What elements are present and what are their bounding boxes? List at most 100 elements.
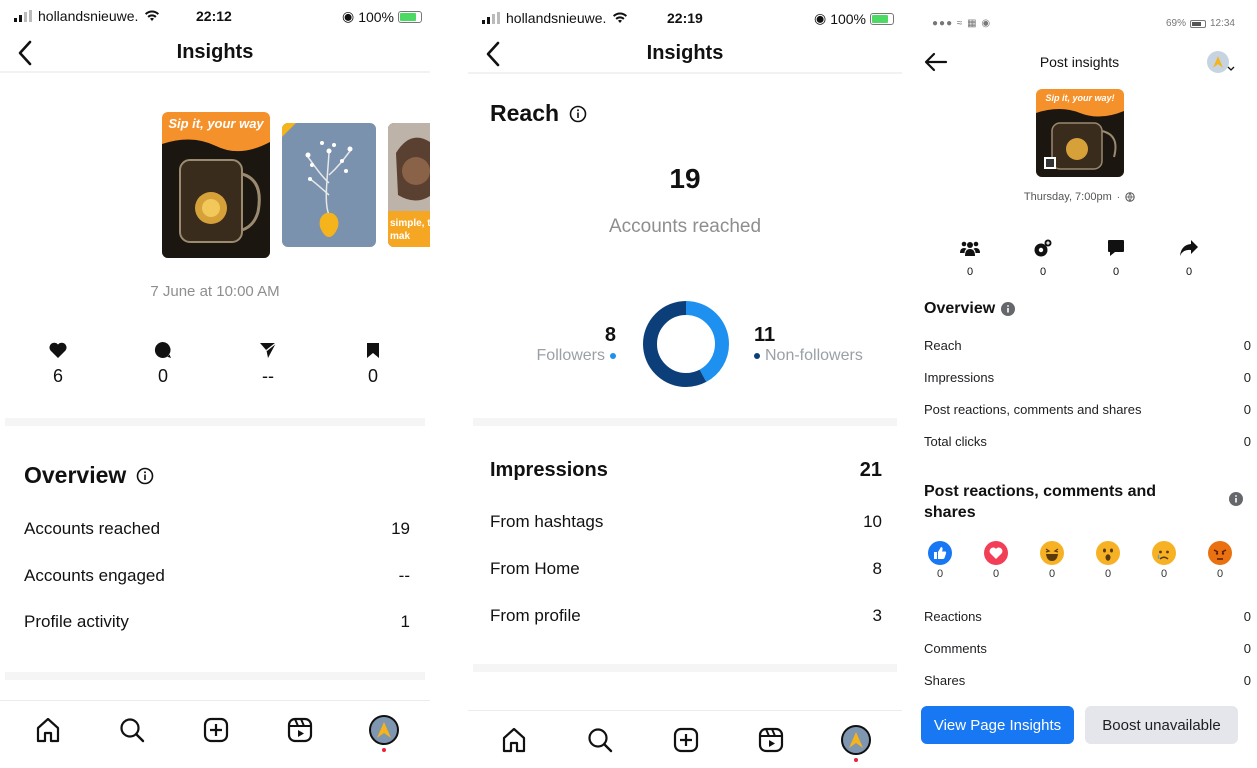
overview-row[interactable]: Post reactions, comments and shares 0 (924, 402, 1251, 417)
haha-icon (1040, 541, 1064, 565)
wow-icon (1096, 541, 1120, 565)
engagement-icon (1034, 239, 1052, 257)
tab-create[interactable] (201, 715, 231, 745)
row-label: Impressions (924, 370, 995, 385)
info-icon[interactable] (569, 105, 587, 123)
post-thumbnail-2[interactable] (282, 123, 376, 247)
post-thumbnail-main[interactable]: Sip it, your way (162, 112, 270, 258)
tab-home[interactable] (499, 725, 529, 755)
chevron-down-icon[interactable] (1227, 66, 1235, 72)
overview-row[interactable]: Accounts reached 19 (24, 519, 410, 539)
reels-icon (758, 727, 784, 753)
bookmark-icon (367, 342, 379, 358)
battery-icon (870, 12, 894, 25)
row-label: From hashtags (490, 512, 604, 531)
section-divider (5, 418, 425, 426)
tab-search[interactable] (117, 715, 147, 745)
reactions-row[interactable]: Comments 0 (924, 641, 1251, 656)
page-title: Insights (646, 41, 724, 64)
post-carousel[interactable]: Sip it, your way simple, t mak (162, 112, 430, 258)
impressions-source-row[interactable]: From Home 8 (490, 559, 882, 579)
signal-icon (482, 12, 500, 24)
flower-vase-image (282, 123, 353, 237)
back-arrow-icon[interactable] (14, 39, 38, 67)
teapot-image (162, 139, 270, 258)
reaction-count: 0 (936, 568, 944, 580)
followers-count: 8 (604, 324, 616, 346)
overview-row[interactable]: Impressions 0 (924, 370, 1251, 385)
shares-count: 0 (1185, 266, 1193, 278)
create-post-icon (673, 727, 699, 753)
comments-count: 0 (157, 366, 168, 386)
row-value: 0 (1243, 609, 1251, 624)
impressions-source-row[interactable]: From profile 3 (490, 606, 882, 626)
overview-row[interactable]: Total clicks 0 (924, 434, 1251, 449)
home-icon (36, 717, 60, 743)
reaction-haha: 0 (1039, 541, 1065, 580)
comment-icon (154, 341, 171, 358)
instagram-reach-screen: hollandsnieuwe. 22:19 ◉ 100% Insights Re… (468, 0, 902, 768)
thumbnail-caption: Sip it, your way! (1045, 93, 1115, 103)
info-icon[interactable] (136, 467, 154, 485)
tab-profile[interactable] (841, 725, 871, 755)
info-icon[interactable] (1001, 302, 1016, 316)
reaction-count: 0 (1216, 568, 1224, 580)
overview-row[interactable]: Profile activity 1 (24, 612, 410, 632)
battery-percent: 100% (358, 8, 394, 25)
avatar (369, 715, 399, 745)
engagement-count: 0 (1039, 266, 1047, 278)
followers-legend: 8 Followers (537, 324, 616, 365)
tab-home[interactable] (33, 715, 63, 745)
status-right: 69% 12:34 (1166, 18, 1235, 29)
followers-label: Followers (536, 347, 605, 364)
shares-stat: 0 (1159, 238, 1219, 278)
row-label: Shares (924, 673, 966, 688)
tab-create[interactable] (671, 725, 701, 755)
notification-dot (382, 748, 386, 752)
overview-row[interactable]: Accounts engaged -- (24, 566, 410, 586)
tab-search[interactable] (585, 725, 615, 755)
row-value: 10 (863, 512, 882, 531)
accounts-reached-value: 19 (669, 163, 701, 194)
globe-icon (1125, 192, 1135, 202)
tab-profile[interactable] (369, 715, 399, 745)
thumbnail-3-caption: simple, t it mak (390, 218, 430, 242)
impressions-source-row[interactable]: From hashtags 10 (490, 512, 882, 532)
post-thumbnail-3[interactable]: simple, t it mak (388, 123, 430, 247)
tab-reels[interactable] (285, 715, 315, 745)
non-followers-legend: 11 Non-followers (754, 324, 863, 365)
row-label: From profile (490, 606, 581, 625)
share-icon (260, 342, 277, 358)
clock: 22:19 (667, 10, 703, 26)
signal-icon (14, 10, 32, 22)
shares-count: -- (262, 366, 274, 386)
back-arrow-icon[interactable] (482, 40, 506, 68)
search-icon (588, 728, 613, 753)
boost-unavailable-button[interactable]: Boost unavailable (1085, 706, 1238, 744)
impressions-row[interactable]: Impressions 21 (490, 459, 882, 482)
view-page-insights-button[interactable]: View Page Insights (921, 706, 1074, 744)
reactions-row[interactable]: Reactions 0 (924, 609, 1251, 624)
orientation-lock-icon: ◉ (813, 10, 827, 26)
reaction-count: 0 (1160, 568, 1168, 580)
page-avatar[interactable] (1207, 51, 1229, 73)
heart-icon (49, 342, 67, 358)
reaction-love: 0 (983, 541, 1009, 580)
row-value: 0 (1243, 338, 1251, 353)
reactions-row[interactable]: Shares 0 (924, 673, 1251, 688)
reaction-angry: 0 (1207, 541, 1233, 580)
comments-stat: 0 (1086, 238, 1146, 278)
saves-stat: 0 (343, 340, 403, 387)
create-post-icon (203, 717, 229, 743)
comment-bubble-icon (1108, 240, 1124, 256)
post-thumbnail[interactable]: Sip it, your way! (1036, 89, 1124, 177)
overview-row[interactable]: Reach 0 (924, 338, 1251, 353)
engagement-stat: 0 (1013, 238, 1073, 278)
reach-header: Reach (490, 100, 587, 127)
profile-logo-icon (849, 732, 863, 748)
info-icon[interactable] (1229, 492, 1243, 506)
love-icon (984, 541, 1008, 565)
wifi-icon (613, 12, 628, 23)
tab-reels[interactable] (756, 725, 786, 755)
impressions-value: 21 (859, 459, 882, 481)
